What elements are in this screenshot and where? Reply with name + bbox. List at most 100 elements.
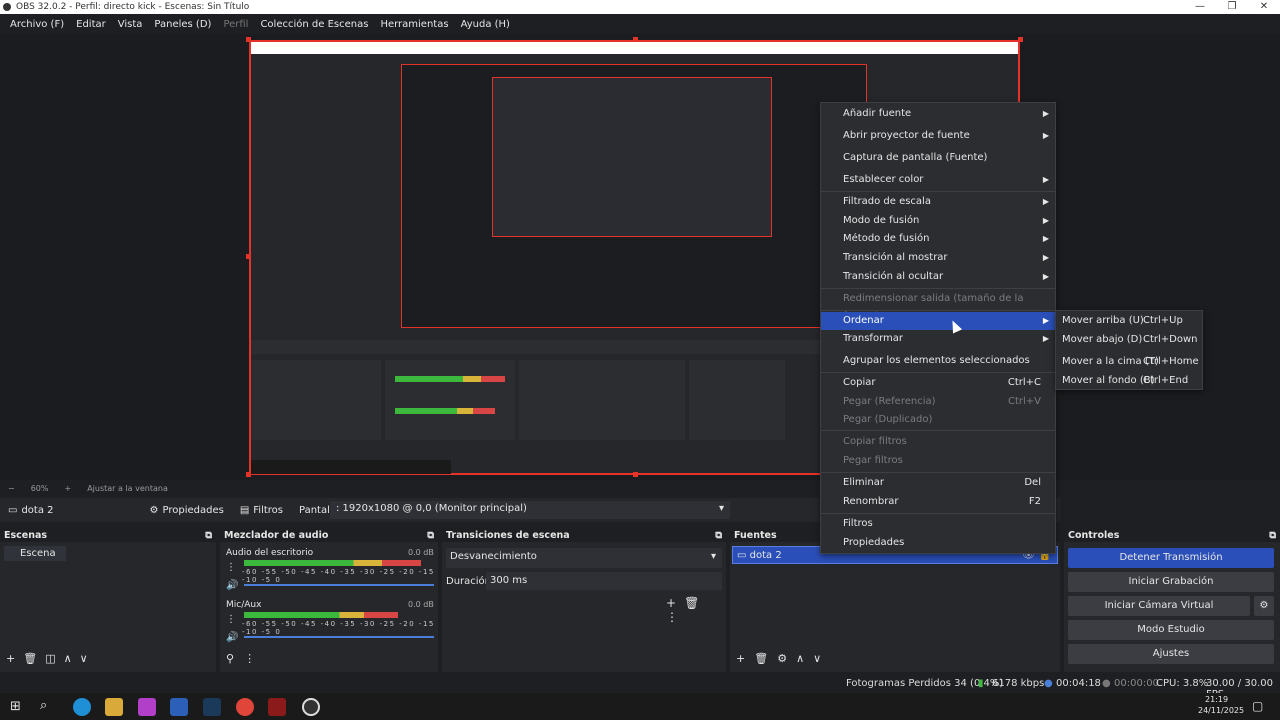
resize-handle[interactable] <box>633 472 638 477</box>
audio-mixer-panel: Mezclador de audio ⧉ Audio del escritorio… <box>220 528 438 672</box>
menu-item-copy-filters[interactable]: Copiar filtros <box>821 433 1055 451</box>
studio-mode-button[interactable]: Modo Estudio <box>1068 620 1274 640</box>
down-icon[interactable]: ∨ <box>813 652 830 665</box>
filter-icon[interactable]: ◫ <box>45 652 63 665</box>
properties-button[interactable]: ⚙ Propiedades <box>142 505 232 516</box>
menu-item-blend-method[interactable]: Método de fusión ▶ <box>821 230 1055 248</box>
add-icon[interactable]: + <box>736 652 754 665</box>
speaker-icon[interactable]: 🔊 <box>226 632 238 643</box>
submenu-move-bottom[interactable]: Mover al fondo (B) Ctrl+End <box>1056 372 1202 390</box>
screen-select[interactable]: : 1920x1080 @ 0,0 (Monitor principal) ▾ <box>330 501 730 519</box>
filters-button[interactable]: ▤ Filtros <box>232 505 291 516</box>
scene-item[interactable]: Escena <box>4 546 66 561</box>
menu-item-open-projector[interactable]: Abrir proyector de fuente ▶ <box>821 127 1055 145</box>
link-icon[interactable]: ⚲ <box>226 652 244 665</box>
menu-editar[interactable]: Editar <box>70 19 112 30</box>
start-virtual-camera-button[interactable]: Iniciar Cámara Virtual <box>1068 596 1250 616</box>
file-explorer-icon[interactable] <box>105 698 123 716</box>
menu-item-hide-transition[interactable]: Transición al ocultar ▶ <box>821 268 1055 286</box>
down-icon[interactable]: ∨ <box>80 652 96 665</box>
menu-coleccion-escenas[interactable]: Colección de Escenas <box>254 19 374 30</box>
menu-item-scale-filter[interactable]: Filtrado de escala ▶ <box>821 193 1055 211</box>
speaker-icon[interactable]: 🔊 <box>226 580 238 591</box>
transition-select[interactable]: Desvanecimiento ▾ <box>446 548 722 568</box>
zoom-out-icon[interactable]: − <box>8 484 15 493</box>
settings-button[interactable]: Ajustes <box>1068 644 1274 664</box>
steam-icon[interactable] <box>203 698 221 716</box>
menu-paneles[interactable]: Paneles (D) <box>148 19 217 30</box>
menu-item-resize-output[interactable]: Redimensionar salida (tamaño de la fuent… <box>821 290 1055 322</box>
menu-item-paste-reference[interactable]: Pegar (Referencia) Ctrl+V <box>821 393 1055 411</box>
trash-icon[interactable]: 🗑 <box>754 652 777 665</box>
menu-perfil[interactable]: Perfil <box>217 19 254 30</box>
menu-item-copy[interactable]: Copiar Ctrl+C <box>821 374 1055 392</box>
resize-handle[interactable] <box>246 472 251 477</box>
menu-archivo[interactable]: Archivo (F) <box>4 19 70 30</box>
add-icon[interactable]: + <box>666 596 684 610</box>
menu-item-delete[interactable]: Eliminar Del <box>821 474 1055 492</box>
gear-icon: ⚙ <box>149 504 159 516</box>
add-icon[interactable]: + <box>6 652 23 665</box>
word-icon[interactable] <box>170 698 188 716</box>
menu-item-set-color[interactable]: Establecer color ▶ <box>821 171 1055 189</box>
menu-item-filters[interactable]: Filtros <box>821 515 1055 533</box>
zoom-fit-select[interactable]: Ajustar a la ventana <box>87 484 168 493</box>
stop-streaming-button[interactable]: Detener Transmisión <box>1068 548 1274 568</box>
menu-item-transform[interactable]: Transformar ▶ <box>821 330 1055 348</box>
maximize-icon[interactable]: ❐ <box>1216 0 1248 14</box>
start-recording-button[interactable]: Iniciar Grabación <box>1068 572 1274 592</box>
windows-start-icon[interactable]: ⊞ <box>10 699 21 714</box>
menu-item-screenshot[interactable]: Captura de pantalla (Fuente) <box>821 149 1055 167</box>
channel-name: Audio del escritorio <box>226 548 314 558</box>
menu-item-group[interactable]: Agrupar los elementos seleccionados <box>821 352 1055 370</box>
menu-item-paste-duplicate[interactable]: Pegar (Duplicado) <box>821 411 1055 429</box>
undock-icon[interactable]: ⧉ <box>427 530 434 541</box>
minimize-icon[interactable]: — <box>1184 0 1216 14</box>
submenu-move-down[interactable]: Mover abajo (D) Ctrl+Down <box>1056 331 1202 349</box>
menu-item-show-transition[interactable]: Transición al mostrar ▶ <box>821 249 1055 267</box>
undock-icon[interactable]: ⧉ <box>715 530 722 541</box>
menu-dots-icon[interactable]: ⋮ <box>226 614 236 625</box>
search-icon[interactable]: ⌕ <box>40 698 47 713</box>
resize-handle[interactable] <box>1018 37 1023 42</box>
edge-icon[interactable] <box>73 698 91 716</box>
menu-dots-icon[interactable]: ⋮ <box>226 562 236 573</box>
notification-icon[interactable]: ▢ <box>1252 699 1263 713</box>
undock-icon[interactable]: ⧉ <box>1269 530 1276 541</box>
menu-ayuda[interactable]: Ayuda (H) <box>455 19 516 30</box>
zoom-in-icon[interactable]: + <box>64 484 71 493</box>
volume-slider[interactable] <box>244 636 434 638</box>
resize-handle[interactable] <box>246 254 251 259</box>
submenu-move-up[interactable]: Mover arriba (U) Ctrl+Up <box>1056 312 1202 330</box>
menu-item-paste-filters[interactable]: Pegar filtros <box>821 452 1055 470</box>
trash-icon[interactable]: 🗑 <box>23 652 45 665</box>
undock-icon[interactable]: ⧉ <box>205 530 212 541</box>
submenu-move-top[interactable]: Mover a la cima (T) Ctrl+Home <box>1056 353 1202 371</box>
menu-item-rename[interactable]: Renombrar F2 <box>821 493 1055 511</box>
menu-item-order[interactable]: Ordenar ▶ <box>821 312 1055 330</box>
menu-dots-icon[interactable]: ⋮ <box>244 652 265 665</box>
dota-icon[interactable] <box>268 698 286 716</box>
menu-item-add-source[interactable]: Añadir fuente ▶ <box>821 105 1055 123</box>
chrome-icon[interactable] <box>236 698 254 716</box>
virtual-camera-settings-icon[interactable]: ⚙ <box>1254 596 1274 616</box>
chevron-down-icon: ▾ <box>718 503 724 514</box>
menu-herramientas[interactable]: Herramientas <box>374 19 454 30</box>
menu-item-properties[interactable]: Propiedades <box>821 534 1055 552</box>
obs-logo-icon <box>3 3 11 11</box>
up-icon[interactable]: ∧ <box>796 652 813 665</box>
menu-vista[interactable]: Vista <box>112 19 149 30</box>
up-icon[interactable]: ∧ <box>64 652 80 665</box>
meter-scale: -60 -55 -50 -45 -40 -35 -30 -25 -20 -15 … <box>242 620 435 636</box>
volume-slider[interactable] <box>244 584 434 586</box>
duration-input[interactable]: 300 ms <box>486 572 722 590</box>
obs-icon[interactable] <box>302 698 320 716</box>
trash-icon[interactable]: 🗑 <box>684 596 707 610</box>
close-icon[interactable]: ✕ <box>1248 0 1280 14</box>
app-icon[interactable] <box>138 698 156 716</box>
gear-icon[interactable]: ⚙ <box>777 652 796 665</box>
menu-item-blend-mode[interactable]: Modo de fusión ▶ <box>821 212 1055 230</box>
menu-dots-icon[interactable]: ⋮ <box>666 610 686 624</box>
resize-handle[interactable] <box>246 37 251 42</box>
resize-handle[interactable] <box>633 37 638 42</box>
